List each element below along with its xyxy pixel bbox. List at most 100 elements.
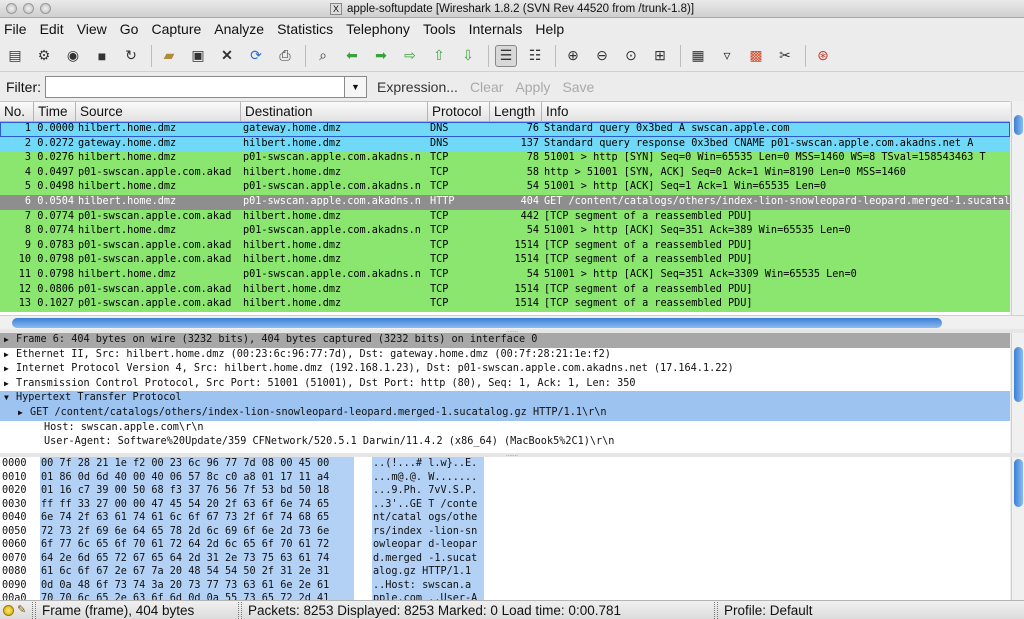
status-profile[interactable]: Profile: Default [720, 603, 920, 618]
clear-button[interactable]: Clear [470, 79, 503, 95]
detail-tree-item[interactable]: ▶ Ethernet II, Src: hilbert.home.dmz (00:… [0, 348, 1010, 363]
hex-row[interactable]: 0080 61 6c 6f 67 2e 67 7a 20 48 54 54 50 … [0, 565, 1010, 579]
collapsed-arrow-icon[interactable]: ▶ [4, 348, 16, 363]
apply-button[interactable]: Apply [515, 79, 550, 95]
close-window-button[interactable] [6, 3, 17, 14]
packet-row[interactable]: 11 0.0798 hilbert.home.dmz p01-swscan.apple… [0, 267, 1010, 283]
open-file-icon[interactable]: ▰ [158, 45, 180, 67]
go-first-icon[interactable]: ⇧ [428, 45, 450, 67]
go-to-packet-icon[interactable]: ⇨ [399, 45, 421, 67]
packet-row[interactable]: 2 0.0272 gateway.home.dmz hilbert.home.dmz D… [0, 136, 1010, 152]
column-header-length[interactable]: Length [490, 102, 542, 121]
column-header-destination[interactable]: Destination [241, 102, 428, 121]
detail-tree-item[interactable]: ▶ GET /content/catalogs/others/index-lion… [0, 405, 1010, 421]
stop-capture-icon[interactable]: ■ [91, 45, 113, 67]
scrollbar-thumb[interactable] [1014, 347, 1023, 402]
packet-bytes-pane[interactable]: 0000 00 7f 28 21 1e f2 00 23 6c 96 77 7d … [0, 457, 1010, 600]
menu-internals[interactable]: Internals [469, 21, 523, 37]
coloring-rules-icon[interactable]: ▩ [745, 45, 767, 67]
collapsed-arrow-icon[interactable]: ▶ [4, 362, 16, 377]
go-back-icon[interactable]: ⬅ [341, 45, 363, 67]
hex-row[interactable]: 0050 72 73 2f 69 6e 64 65 78 2d 6c 69 6f … [0, 524, 1010, 538]
menu-go[interactable]: Go [120, 21, 139, 37]
column-header-protocol[interactable]: Protocol [428, 102, 490, 121]
hex-row[interactable]: 0000 00 7f 28 21 1e f2 00 23 6c 96 77 7d … [0, 457, 1010, 471]
menu-telephony[interactable]: Telephony [346, 21, 410, 37]
menu-tools[interactable]: Tools [423, 21, 456, 37]
print-icon[interactable]: ⎙ [274, 45, 296, 67]
save-file-icon[interactable]: ▣ [187, 45, 209, 67]
collapsed-arrow-icon[interactable]: ▶ [4, 377, 16, 392]
go-last-icon[interactable]: ⇩ [457, 45, 479, 67]
packet-row[interactable]: 12 0.0806 p01-swscan.apple.com.akad hilbert… [0, 282, 1010, 298]
capture-options-icon[interactable]: ⚙ [33, 45, 55, 67]
find-packet-icon[interactable]: ⌕ [312, 45, 334, 67]
packet-row[interactable]: 13 0.1027 p01-swscan.apple.com.akad hilbert… [0, 297, 1010, 312]
column-header-info[interactable]: Info [542, 102, 1010, 121]
detail-tree-item[interactable]: ▶ Frame 6: 404 bytes on wire (3232 bits),… [0, 333, 1010, 348]
scrollbar-thumb[interactable] [1014, 459, 1023, 507]
menu-edit[interactable]: Edit [40, 21, 64, 37]
capture-filters-icon[interactable]: ▦ [687, 45, 709, 67]
scrollbar-thumb[interactable] [1014, 115, 1023, 135]
menu-help[interactable]: Help [535, 21, 564, 37]
detail-tree-item[interactable]: User-Agent: Software%20Update/359 CFNetw… [0, 435, 1010, 450]
packet-row[interactable]: 3 0.0276 hilbert.home.dmz p01-swscan.apple.… [0, 151, 1010, 166]
hex-row[interactable]: 0090 0d 0a 48 6f 73 74 3a 20 73 77 73 63 … [0, 578, 1010, 592]
hex-row[interactable]: 0010 01 86 0d 6d 40 00 40 06 57 8c c0 a8 … [0, 470, 1010, 484]
packet-details-tree[interactable]: ▶ Frame 6: 404 bytes on wire (3232 bits),… [0, 333, 1010, 453]
collapsed-arrow-icon[interactable]: ▶ [4, 333, 16, 348]
column-header-no[interactable]: No. [0, 102, 34, 121]
hex-row[interactable]: 0040 6e 74 2f 63 61 74 61 6c 6f 67 73 2f … [0, 511, 1010, 525]
expanded-arrow-icon[interactable]: ▼ [4, 391, 16, 406]
interface-list-icon[interactable]: ▤ [4, 45, 26, 67]
packet-list-hscrollbar[interactable] [0, 315, 1024, 329]
filter-dropdown-button[interactable]: ▼ [345, 75, 367, 98]
go-forward-icon[interactable]: ➡ [370, 45, 392, 67]
hex-row[interactable]: 00a0 70 70 6c 65 2e 63 6f 6d 0d 0a 55 73 … [0, 592, 1010, 600]
help-icon[interactable]: ⊛ [812, 45, 834, 67]
hscrollbar-thumb[interactable] [12, 318, 942, 328]
start-capture-icon[interactable]: ◉ [62, 45, 84, 67]
column-header-time[interactable]: Time [34, 102, 76, 121]
hex-row[interactable]: 0070 64 2e 6d 65 72 67 65 64 2d 31 2e 73 … [0, 551, 1010, 565]
packet-row[interactable]: 9 0.0783 p01-swscan.apple.com.akad hilbert.… [0, 238, 1010, 254]
hex-row[interactable]: 0060 6f 77 6c 65 6f 70 61 72 64 2d 6c 65 … [0, 538, 1010, 552]
detail-tree-item[interactable]: ▶ Internet Protocol Version 4, Src: hilbe… [0, 362, 1010, 377]
hex-row[interactable]: 0020 01 16 c7 39 00 50 68 f3 37 76 56 7f … [0, 484, 1010, 498]
menu-analyze[interactable]: Analyze [214, 21, 264, 37]
packet-list-scrollbar[interactable] [1011, 101, 1024, 315]
packet-row[interactable]: 5 0.0498 hilbert.home.dmz p01-swscan.apple.… [0, 180, 1010, 195]
detail-tree-item[interactable]: ▶ Transmission Control Protocol, Src Port… [0, 377, 1010, 392]
expert-info-icon[interactable] [3, 604, 14, 616]
preferences-icon[interactable]: ✂ [774, 45, 796, 67]
packet-row[interactable]: 7 0.0774 p01-swscan.apple.com.akad hilbert.… [0, 209, 1010, 225]
packet-row[interactable]: 4 0.0497 p01-swscan.apple.com.akad hilbert.… [0, 165, 1010, 181]
packet-row[interactable]: 1 0.0000 hilbert.home.dmz gateway.home.dmz D… [0, 122, 1010, 137]
collapsed-arrow-icon[interactable]: ▶ [18, 406, 30, 421]
close-file-icon[interactable]: ✕ [216, 45, 238, 67]
reload-icon[interactable]: ⟳ [245, 45, 267, 67]
filter-input[interactable] [45, 75, 345, 98]
expression-button[interactable]: Expression... [377, 79, 458, 95]
menu-statistics[interactable]: Statistics [277, 21, 333, 37]
zoom-out-icon[interactable]: ⊖ [591, 45, 613, 67]
menu-capture[interactable]: Capture [151, 21, 201, 37]
resize-columns-icon[interactable]: ⊞ [649, 45, 671, 67]
details-scrollbar[interactable] [1011, 333, 1024, 453]
packet-row[interactable]: 6 0.0504 hilbert.home.dmz p01-swscan.apple.… [0, 194, 1010, 210]
colorize-icon[interactable]: ☰ [495, 44, 517, 67]
auto-scroll-icon[interactable]: ☷ [524, 45, 546, 67]
zoom-normal-icon[interactable]: ⊙ [620, 45, 642, 67]
packet-list[interactable]: 1 0.0000 hilbert.home.dmz gateway.home.dmz D… [0, 122, 1010, 315]
zoom-in-icon[interactable]: ⊕ [562, 45, 584, 67]
detail-tree-item[interactable]: Host: swscan.apple.com\r\n [0, 421, 1010, 436]
packet-row[interactable]: 8 0.0774 hilbert.home.dmz p01-swscan.apple.… [0, 224, 1010, 239]
menu-view[interactable]: View [77, 21, 107, 37]
hex-row[interactable]: 0030 ff ff 33 27 00 00 47 45 54 20 2f 63 … [0, 497, 1010, 511]
minimize-window-button[interactable] [23, 3, 34, 14]
detail-tree-item[interactable]: ▼ Hypertext Transfer Protocol [0, 391, 1010, 406]
packet-row[interactable]: 10 0.0798 p01-swscan.apple.com.akad hilbert… [0, 253, 1010, 268]
zoom-window-button[interactable] [40, 3, 51, 14]
menu-file[interactable]: File [4, 21, 27, 37]
